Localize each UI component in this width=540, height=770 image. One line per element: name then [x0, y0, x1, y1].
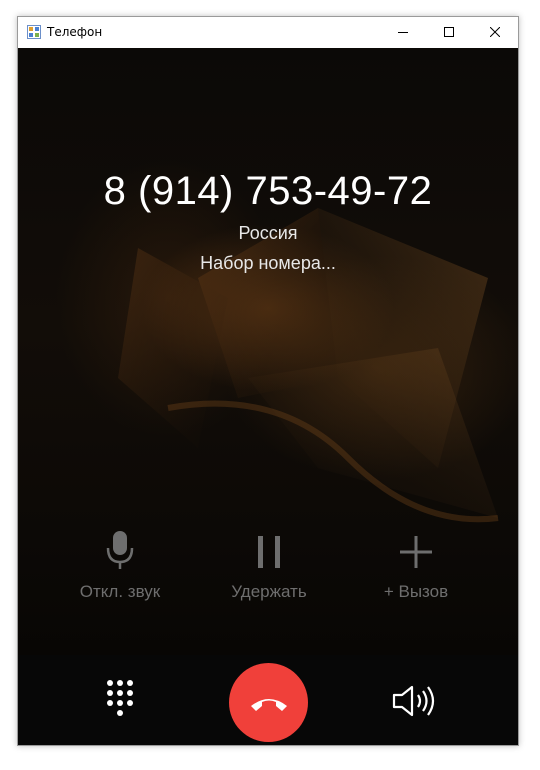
maximize-icon: [444, 27, 454, 37]
phone-number: 8 (914) 753-49-72: [103, 169, 433, 213]
phone-hangup-icon: [250, 698, 287, 711]
call-screen: 8 (914) 753-49-72 Россия Набор номера...…: [18, 48, 518, 745]
mute-button[interactable]: Откл. звук: [65, 528, 175, 602]
pause-icon: [258, 536, 280, 568]
title-bar[interactable]: Телефон: [18, 17, 518, 48]
keypad-icon: [107, 680, 133, 716]
caller-country: Россия: [238, 223, 298, 243]
mute-label: Откл. звук: [79, 582, 161, 601]
background-artwork: [118, 208, 499, 523]
end-call-button[interactable]: [229, 663, 308, 742]
microphone-icon: [106, 531, 134, 569]
minimize-icon: [398, 32, 408, 33]
add-call-label: + Вызов: [383, 582, 449, 601]
hold-button[interactable]: Удержать: [214, 528, 324, 602]
add-call-button[interactable]: + Вызов: [361, 528, 471, 602]
app-icon: [27, 25, 41, 39]
speaker-button[interactable]: [391, 683, 437, 719]
hold-label: Удержать: [231, 582, 307, 601]
close-button[interactable]: [472, 17, 518, 48]
maximize-button[interactable]: [426, 17, 472, 48]
plus-icon: [400, 536, 432, 568]
phone-window: Телефон 8 (914) 753-49-72 Россия Набор н…: [17, 16, 519, 746]
minimize-button[interactable]: [380, 17, 426, 48]
keypad-button[interactable]: [102, 677, 138, 723]
call-controls-bar: [18, 655, 518, 745]
close-icon: [490, 27, 500, 37]
window-title: Телефон: [47, 25, 103, 39]
speaker-icon: [392, 685, 435, 717]
call-status: Набор номера...: [200, 253, 336, 273]
